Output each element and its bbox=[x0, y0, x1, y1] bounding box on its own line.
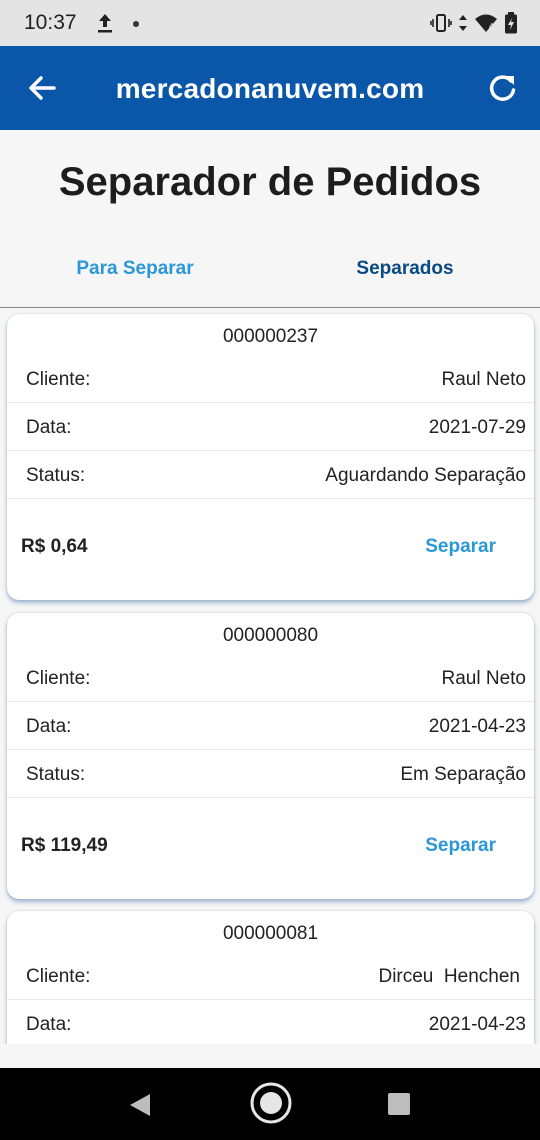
order-row-data: Data: 2021-04-23 bbox=[7, 702, 534, 750]
row-label: Cliente: bbox=[26, 369, 91, 390]
order-list[interactable]: 000000237 Cliente: Raul Neto Data: 2021-… bbox=[0, 309, 540, 1044]
row-value: 2021-04-23 bbox=[428, 1014, 526, 1035]
vibrate-icon bbox=[430, 13, 452, 38]
order-id: 000000081 bbox=[222, 923, 319, 944]
tab-separados[interactable]: Separados bbox=[270, 258, 540, 280]
row-label: Data: bbox=[26, 417, 72, 438]
battery-icon bbox=[504, 12, 518, 39]
status-bar: 10:37 4 bbox=[0, 0, 540, 46]
svg-text:4: 4 bbox=[489, 22, 494, 31]
order-row-cliente: Cliente: Raul Neto bbox=[7, 654, 534, 702]
order-card: 000000081 Cliente: Dirceu Henchen Data: … bbox=[7, 911, 534, 1044]
tab-para-separar[interactable]: Para Separar bbox=[0, 258, 270, 280]
order-row-status: Status: Aguardando Separação bbox=[7, 451, 534, 499]
data-arrows-icon bbox=[458, 13, 468, 38]
order-row-data: Data: 2021-04-23 bbox=[7, 1000, 534, 1044]
order-row-cliente: Cliente: Dirceu Henchen bbox=[7, 952, 534, 1000]
nav-home-icon[interactable] bbox=[250, 1082, 292, 1129]
row-label: Data: bbox=[26, 1014, 72, 1035]
row-value: Em Separação bbox=[400, 764, 526, 785]
refresh-icon bbox=[489, 75, 516, 101]
row-value: Aguardando Separação bbox=[325, 465, 526, 486]
refresh-button[interactable] bbox=[484, 70, 520, 106]
row-value: 2021-04-23 bbox=[428, 716, 526, 737]
status-time: 10:37 bbox=[24, 11, 77, 34]
page-title: Separador de Pedidos bbox=[58, 160, 482, 204]
order-total: R$ 119,49 bbox=[21, 835, 108, 856]
nav-recents-icon[interactable] bbox=[388, 1093, 410, 1120]
row-label: Status: bbox=[26, 465, 86, 486]
order-card: 000000080 Cliente: Raul Neto Data: 2021-… bbox=[7, 613, 534, 899]
tab-bar: Para Separar Separados bbox=[0, 246, 540, 308]
row-value: Raul Neto bbox=[441, 369, 527, 390]
status-icons: 4 bbox=[430, 12, 518, 39]
notification-dot-icon bbox=[133, 21, 139, 27]
wifi-icon: 4 bbox=[474, 13, 498, 38]
app-title: mercadonanuvem.com bbox=[115, 73, 425, 104]
nav-back-icon[interactable] bbox=[128, 1092, 154, 1123]
row-label: Cliente: bbox=[26, 966, 91, 987]
row-label: Data: bbox=[26, 716, 72, 737]
order-card: 000000237 Cliente: Raul Neto Data: 2021-… bbox=[7, 314, 534, 600]
order-total: R$ 0,64 bbox=[21, 536, 88, 557]
order-row-data: Data: 2021-07-29 bbox=[7, 403, 534, 451]
system-nav-bar bbox=[0, 1068, 540, 1140]
row-value: Dirceu Henchen bbox=[378, 966, 520, 987]
separar-button[interactable]: Separar bbox=[425, 536, 496, 558]
row-label: Cliente: bbox=[26, 668, 91, 689]
row-value: Raul Neto bbox=[441, 668, 527, 689]
row-value: 2021-07-29 bbox=[428, 417, 526, 438]
order-row-cliente: Cliente: Raul Neto bbox=[7, 355, 534, 403]
order-row-status: Status: Em Separação bbox=[7, 750, 534, 798]
row-label: Status: bbox=[26, 764, 86, 785]
separar-button[interactable]: Separar bbox=[425, 835, 496, 857]
upload-icon bbox=[96, 12, 114, 39]
order-id: 000000237 bbox=[222, 326, 319, 347]
app-bar: mercadonanuvem.com bbox=[0, 46, 540, 130]
order-id: 000000080 bbox=[222, 625, 319, 646]
